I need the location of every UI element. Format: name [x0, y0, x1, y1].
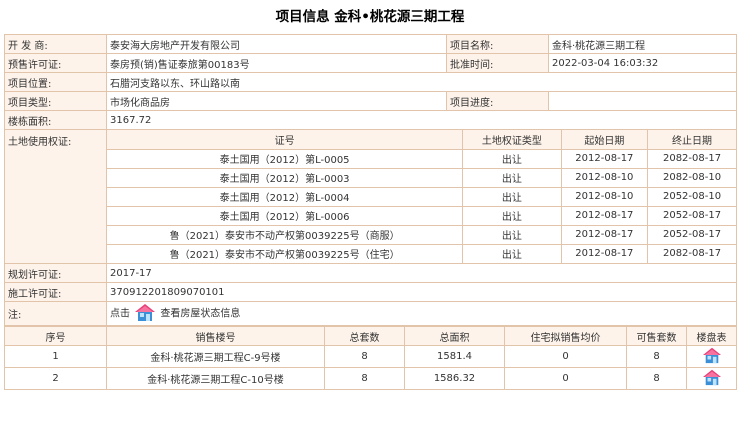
land-end-date: 2052-08-10	[647, 186, 736, 207]
developer-label: 开 发 商:	[4, 34, 107, 54]
land-cert-no: 泰土国用（2012）第L-0006	[107, 205, 464, 226]
land-cert-no: 泰土国用（2012）第L-0004	[107, 186, 464, 207]
sales-building-name: 金科·桃花源三期工程C-9号楼	[106, 345, 325, 368]
sales-avg-price: 0	[504, 345, 627, 368]
land-cert-type: 出让	[462, 224, 562, 245]
sales-no: 2	[4, 367, 107, 390]
note-label: 注:	[4, 301, 107, 326]
house-icon[interactable]	[700, 347, 724, 367]
sales-total-area: 1586.32	[404, 367, 505, 390]
project-name-label: 项目名称:	[446, 34, 549, 54]
presale-permit-value: 泰房预(销)售证泰旅第00183号	[106, 53, 447, 73]
land-certificate-cell: 证号 土地权证类型 起始日期 终止日期 泰土国用（2012）第L-0005 出让…	[106, 129, 737, 264]
sales-total-units: 8	[324, 345, 405, 368]
approval-time-label: 批准时间:	[446, 53, 549, 73]
sales-header-building: 销售楼号	[106, 326, 325, 346]
building-area-label: 楼栋面积:	[4, 110, 107, 130]
note-prefix: 点击	[110, 308, 130, 320]
sales-avg-price: 0	[504, 367, 627, 390]
land-cert-type: 出让	[462, 186, 562, 207]
note-suffix: 查看房屋状态信息	[160, 308, 241, 320]
location-value: 石腊河支路以东、环山路以南	[106, 72, 737, 92]
land-header-start: 起始日期	[560, 130, 649, 150]
table-row: 2 金科·桃花源三期工程C-10号楼 8 1586.32 0 8	[4, 367, 737, 390]
project-type-label: 项目类型:	[4, 91, 107, 111]
land-end-date: 2052-08-17	[647, 205, 736, 226]
page-title: 项目信息 金科•桃花源三期工程	[275, 9, 465, 25]
floor-plan-link[interactable]	[686, 345, 737, 368]
land-start-date: 2012-08-17	[560, 224, 649, 245]
sales-header-floor-plan: 楼盘表	[686, 326, 737, 346]
land-cert-no: 泰土国用（2012）第L-0005	[107, 148, 464, 169]
project-type-value: 市场化商品房	[106, 91, 447, 111]
land-cert-no: 泰土国用（2012）第L-0003	[107, 167, 464, 188]
note-value: 点击 查看房屋状态信息	[106, 301, 737, 326]
sales-header-available: 可售套数	[626, 326, 687, 346]
sales-header-total-area: 总面积	[404, 326, 505, 346]
land-end-date: 2082-08-10	[647, 167, 736, 188]
land-end-date: 2052-08-17	[647, 224, 736, 245]
land-header-end: 终止日期	[647, 130, 736, 150]
building-area-value: 3167.72	[106, 110, 737, 130]
land-cert-no: 鲁（2021）泰安市不动产权第0039225号（住宅）	[107, 243, 464, 263]
construction-permit-label: 施工许可证:	[4, 282, 107, 302]
table-row: 1 金科·桃花源三期工程C-9号楼 8 1581.4 0 8	[4, 345, 737, 368]
location-label: 项目位置:	[4, 72, 107, 92]
land-certificate-table: 证号 土地权证类型 起始日期 终止日期 泰土国用（2012）第L-0005 出让…	[107, 130, 736, 263]
table-row: 泰土国用（2012）第L-0005 出让 2012-08-17 2082-08-…	[107, 148, 736, 169]
planning-permit-value: 2017-17	[106, 263, 737, 283]
land-start-date: 2012-08-17	[560, 243, 649, 263]
land-header-cert-no: 证号	[107, 130, 464, 150]
table-row: 泰土国用（2012）第L-0006 出让 2012-08-17 2052-08-…	[107, 205, 736, 226]
planning-permit-label: 规划许可证:	[4, 263, 107, 283]
land-end-date: 2082-08-17	[647, 148, 736, 169]
progress-label: 项目进度:	[446, 91, 549, 111]
progress-value	[548, 91, 737, 111]
land-cert-type: 出让	[462, 205, 562, 226]
sales-available-units: 8	[626, 367, 687, 390]
sales-no: 1	[4, 345, 107, 368]
table-row: 鲁（2021）泰安市不动产权第0039225号（商服） 出让 2012-08-1…	[107, 224, 736, 245]
land-start-date: 2012-08-10	[560, 167, 649, 188]
land-header-type: 土地权证类型	[462, 130, 562, 150]
sales-total-units: 8	[324, 367, 405, 390]
land-cert-type: 出让	[462, 148, 562, 169]
land-certificate-label: 土地使用权证:	[4, 129, 107, 264]
sales-header-total-units: 总套数	[324, 326, 405, 346]
house-icon	[133, 303, 157, 325]
land-end-date: 2082-08-17	[647, 243, 736, 263]
sales-header-no: 序号	[4, 326, 107, 346]
sales-available-units: 8	[626, 345, 687, 368]
project-info-table: 开 发 商: 泰安海大房地产开发有限公司 项目名称: 金科·桃花源三期工程 预售…	[4, 34, 737, 326]
table-row: 泰土国用（2012）第L-0004 出让 2012-08-10 2052-08-…	[107, 186, 736, 207]
sales-building-table: 序号 销售楼号 总套数 总面积 住宅拟销售均价 可售套数 楼盘表 1 金科·桃花…	[4, 326, 737, 390]
sales-total-area: 1581.4	[404, 345, 505, 368]
land-cert-type: 出让	[462, 167, 562, 188]
land-cert-no: 鲁（2021）泰安市不动产权第0039225号（商服）	[107, 224, 464, 245]
approval-time-value: 2022-03-04 16:03:32	[548, 53, 737, 73]
floor-plan-link[interactable]	[686, 367, 737, 390]
land-start-date: 2012-08-17	[560, 148, 649, 169]
table-row: 鲁（2021）泰安市不动产权第0039225号（住宅） 出让 2012-08-1…	[107, 243, 736, 263]
table-row: 泰土国用（2012）第L-0003 出让 2012-08-10 2082-08-…	[107, 167, 736, 188]
construction-permit-value: 370912201809070101	[106, 282, 737, 302]
land-cert-type: 出让	[462, 243, 562, 263]
house-icon[interactable]	[700, 369, 724, 389]
developer-value: 泰安海大房地产开发有限公司	[106, 34, 447, 54]
presale-permit-label: 预售许可证:	[4, 53, 107, 73]
land-start-date: 2012-08-17	[560, 205, 649, 226]
sales-building-name: 金科·桃花源三期工程C-10号楼	[106, 367, 325, 390]
land-start-date: 2012-08-10	[560, 186, 649, 207]
project-name-value: 金科·桃花源三期工程	[548, 34, 737, 54]
sales-header-avg-price: 住宅拟销售均价	[504, 326, 627, 346]
